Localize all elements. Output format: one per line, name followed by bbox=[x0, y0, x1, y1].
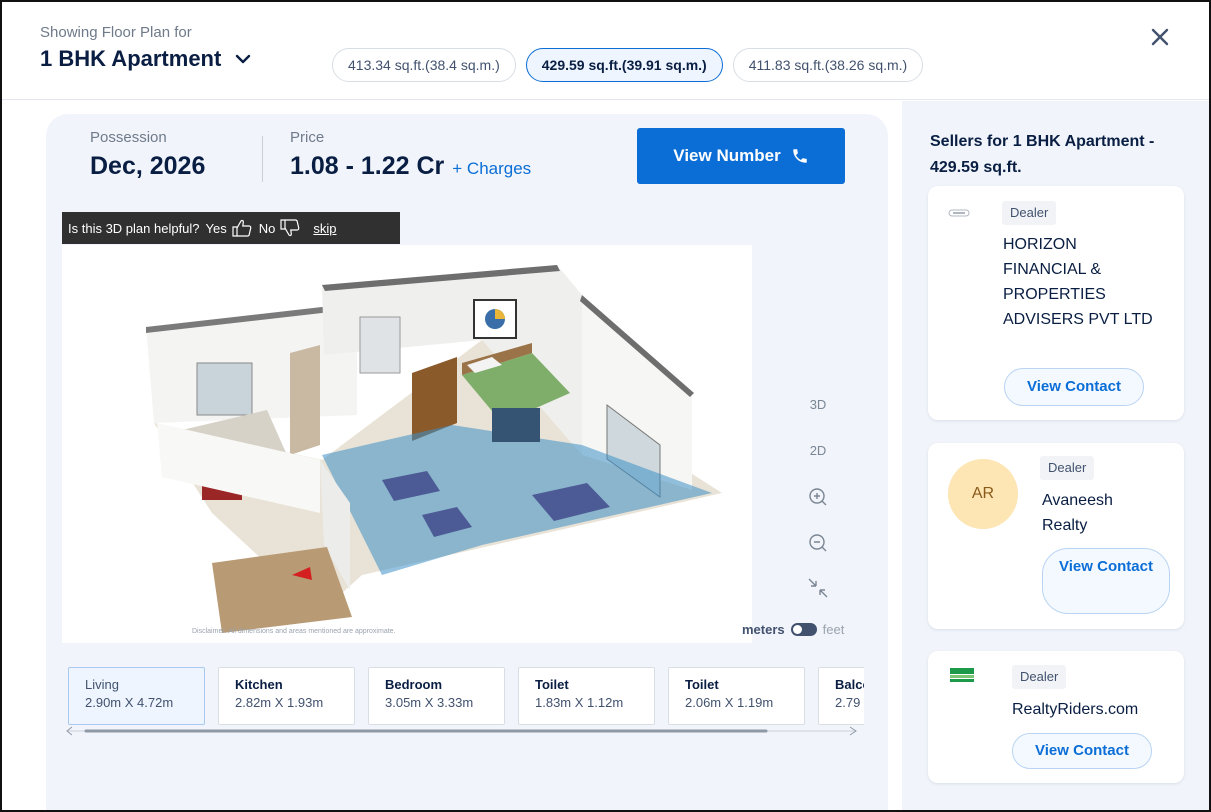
size-option-1[interactable]: 413.34 sq.ft.(38.4 sq.m.) bbox=[332, 48, 516, 82]
floor-plan-modal: Showing Floor Plan for 1 BHK Apartment 4… bbox=[0, 0, 1211, 812]
room-dims: 2.82m X 1.93m bbox=[235, 695, 324, 710]
floor-plan-3d-view[interactable]: Disclaimer: All dimensions and areas men… bbox=[62, 245, 752, 643]
feedback-question: Is this 3D plan helpful? bbox=[68, 220, 200, 236]
seller-name: RealtyRiders.com bbox=[1012, 701, 1139, 718]
view-number-button[interactable]: View Number bbox=[637, 128, 845, 184]
chevron-down-icon bbox=[236, 54, 251, 64]
view-contact-button-1[interactable]: View Contact bbox=[1004, 368, 1144, 406]
units-toggle-row: meters feet bbox=[742, 622, 844, 637]
room-card-toilet-1[interactable]: Toilet 1.83m X 1.12m bbox=[518, 667, 655, 725]
size-option-2[interactable]: 429.59 sq.ft.(39.91 sq.m.) bbox=[525, 48, 723, 82]
units-toggle[interactable] bbox=[790, 623, 817, 636]
units-feet-label: feet bbox=[822, 622, 845, 637]
room-dimensions-strip[interactable]: Living 2.90m X 4.72m Kitchen 2.82m X 1.9… bbox=[68, 667, 864, 725]
zoom-in-icon[interactable] bbox=[798, 486, 838, 508]
seller-type-badge: Dealer bbox=[1012, 665, 1067, 689]
modal-header: Showing Floor Plan for 1 BHK Apartment 4… bbox=[2, 2, 1209, 100]
possession-value: Dec, 2026 bbox=[90, 152, 206, 180]
window-vent bbox=[359, 316, 401, 374]
seller-name: Avaneesh Realty bbox=[1042, 492, 1113, 534]
rooms-scrollbar[interactable] bbox=[66, 724, 862, 738]
seller-card-1: Dealer HORIZON FINANCIAL & PROPERTIES AD… bbox=[928, 186, 1184, 420]
feedback-no-button[interactable]: No bbox=[259, 218, 302, 238]
price-row: 1.08 - 1.22 Cr + Charges bbox=[290, 152, 531, 181]
window-left bbox=[196, 362, 253, 416]
view-number-label: View Number bbox=[673, 146, 781, 165]
viewer-disclaimer: Disclaimer: All dimensions and areas men… bbox=[192, 628, 396, 635]
thumbs-down-icon bbox=[280, 219, 300, 237]
zoom-out-icon[interactable] bbox=[798, 532, 838, 554]
patterned-partition bbox=[290, 345, 320, 455]
view-2d-button[interactable]: 2D bbox=[798, 443, 838, 458]
seller-type-badge: Dealer bbox=[1040, 456, 1095, 480]
feedback-bar: Is this 3D plan helpful? Yes No skip bbox=[62, 212, 400, 244]
floor-plan-eyebrow: Showing Floor Plan for bbox=[40, 24, 192, 41]
feedback-yes-label: Yes bbox=[205, 220, 227, 236]
sellers-title: Sellers for 1 BHK Apartment - 429.59 sq.… bbox=[930, 133, 1155, 176]
seller-logo-icon bbox=[948, 209, 970, 217]
seller-card-3: Dealer RealtyRiders.com View Contact bbox=[928, 651, 1184, 783]
price-value: 1.08 - 1.22 Cr bbox=[290, 152, 445, 180]
seller-card-2: AR Dealer Avaneesh Realty View Contact bbox=[928, 443, 1184, 629]
room-card-toilet-2[interactable]: Toilet 2.06m X 1.19m bbox=[668, 667, 805, 725]
room-name: Living bbox=[85, 677, 119, 692]
units-meters-label: meters bbox=[742, 622, 785, 637]
room-name: Balcony bbox=[835, 677, 864, 692]
size-options: 413.34 sq.ft.(38.4 sq.m.) 429.59 sq.ft.(… bbox=[332, 48, 924, 82]
thumbs-up-icon bbox=[232, 219, 252, 237]
room-dims: 2.79 bbox=[835, 695, 861, 710]
room-card-balcony[interactable]: Balcony 2.79 bbox=[818, 667, 864, 725]
room-name: Kitchen bbox=[235, 677, 283, 692]
view-contact-button-2[interactable]: View Contact bbox=[1042, 548, 1170, 614]
seller-name: HORIZON FINANCIAL & PROPERTIES ADVISERS … bbox=[1003, 236, 1153, 328]
room-dims: 2.90m X 4.72m bbox=[85, 695, 174, 710]
price-label: Price bbox=[290, 129, 325, 146]
room-name: Toilet bbox=[535, 677, 569, 692]
feedback-skip-link[interactable]: skip bbox=[313, 221, 336, 236]
room-name: Toilet bbox=[685, 677, 719, 692]
tv bbox=[492, 408, 540, 442]
room-card-bedroom[interactable]: Bedroom 3.05m X 3.33m bbox=[368, 667, 505, 725]
room-dims: 2.06m X 1.19m bbox=[685, 695, 774, 710]
view-contact-button-3[interactable]: View Contact bbox=[1012, 733, 1152, 769]
seller-avatar: AR bbox=[948, 459, 1018, 529]
room-dims: 1.83m X 1.12m bbox=[535, 695, 624, 710]
feedback-no-label: No bbox=[258, 220, 276, 236]
charges-link[interactable]: + Charges bbox=[452, 159, 531, 179]
configuration-title: 1 BHK Apartment bbox=[40, 46, 222, 71]
possession-label: Possession bbox=[90, 129, 167, 146]
summary-divider bbox=[262, 136, 263, 182]
room-card-living[interactable]: Living 2.90m X 4.72m bbox=[68, 667, 205, 725]
seller-type-badge: Dealer bbox=[1002, 201, 1057, 225]
configuration-dropdown[interactable]: 1 BHK Apartment bbox=[40, 46, 253, 72]
floor-plan-illustration bbox=[146, 265, 722, 633]
view-3d-button[interactable]: 3D bbox=[798, 397, 838, 412]
size-option-3[interactable]: 411.83 sq.ft.(38.26 sq.m.) bbox=[732, 48, 924, 82]
seller-logo-icon bbox=[950, 668, 974, 682]
entry-floor bbox=[212, 547, 352, 633]
close-icon[interactable] bbox=[1147, 24, 1173, 50]
fit-view-icon[interactable] bbox=[798, 576, 838, 600]
feedback-yes-button[interactable]: Yes bbox=[206, 218, 253, 238]
room-card-kitchen[interactable]: Kitchen 2.82m X 1.93m bbox=[218, 667, 355, 725]
phone-icon bbox=[792, 149, 807, 163]
room-name: Bedroom bbox=[385, 677, 443, 692]
room-dims: 3.05m X 3.33m bbox=[385, 695, 474, 710]
